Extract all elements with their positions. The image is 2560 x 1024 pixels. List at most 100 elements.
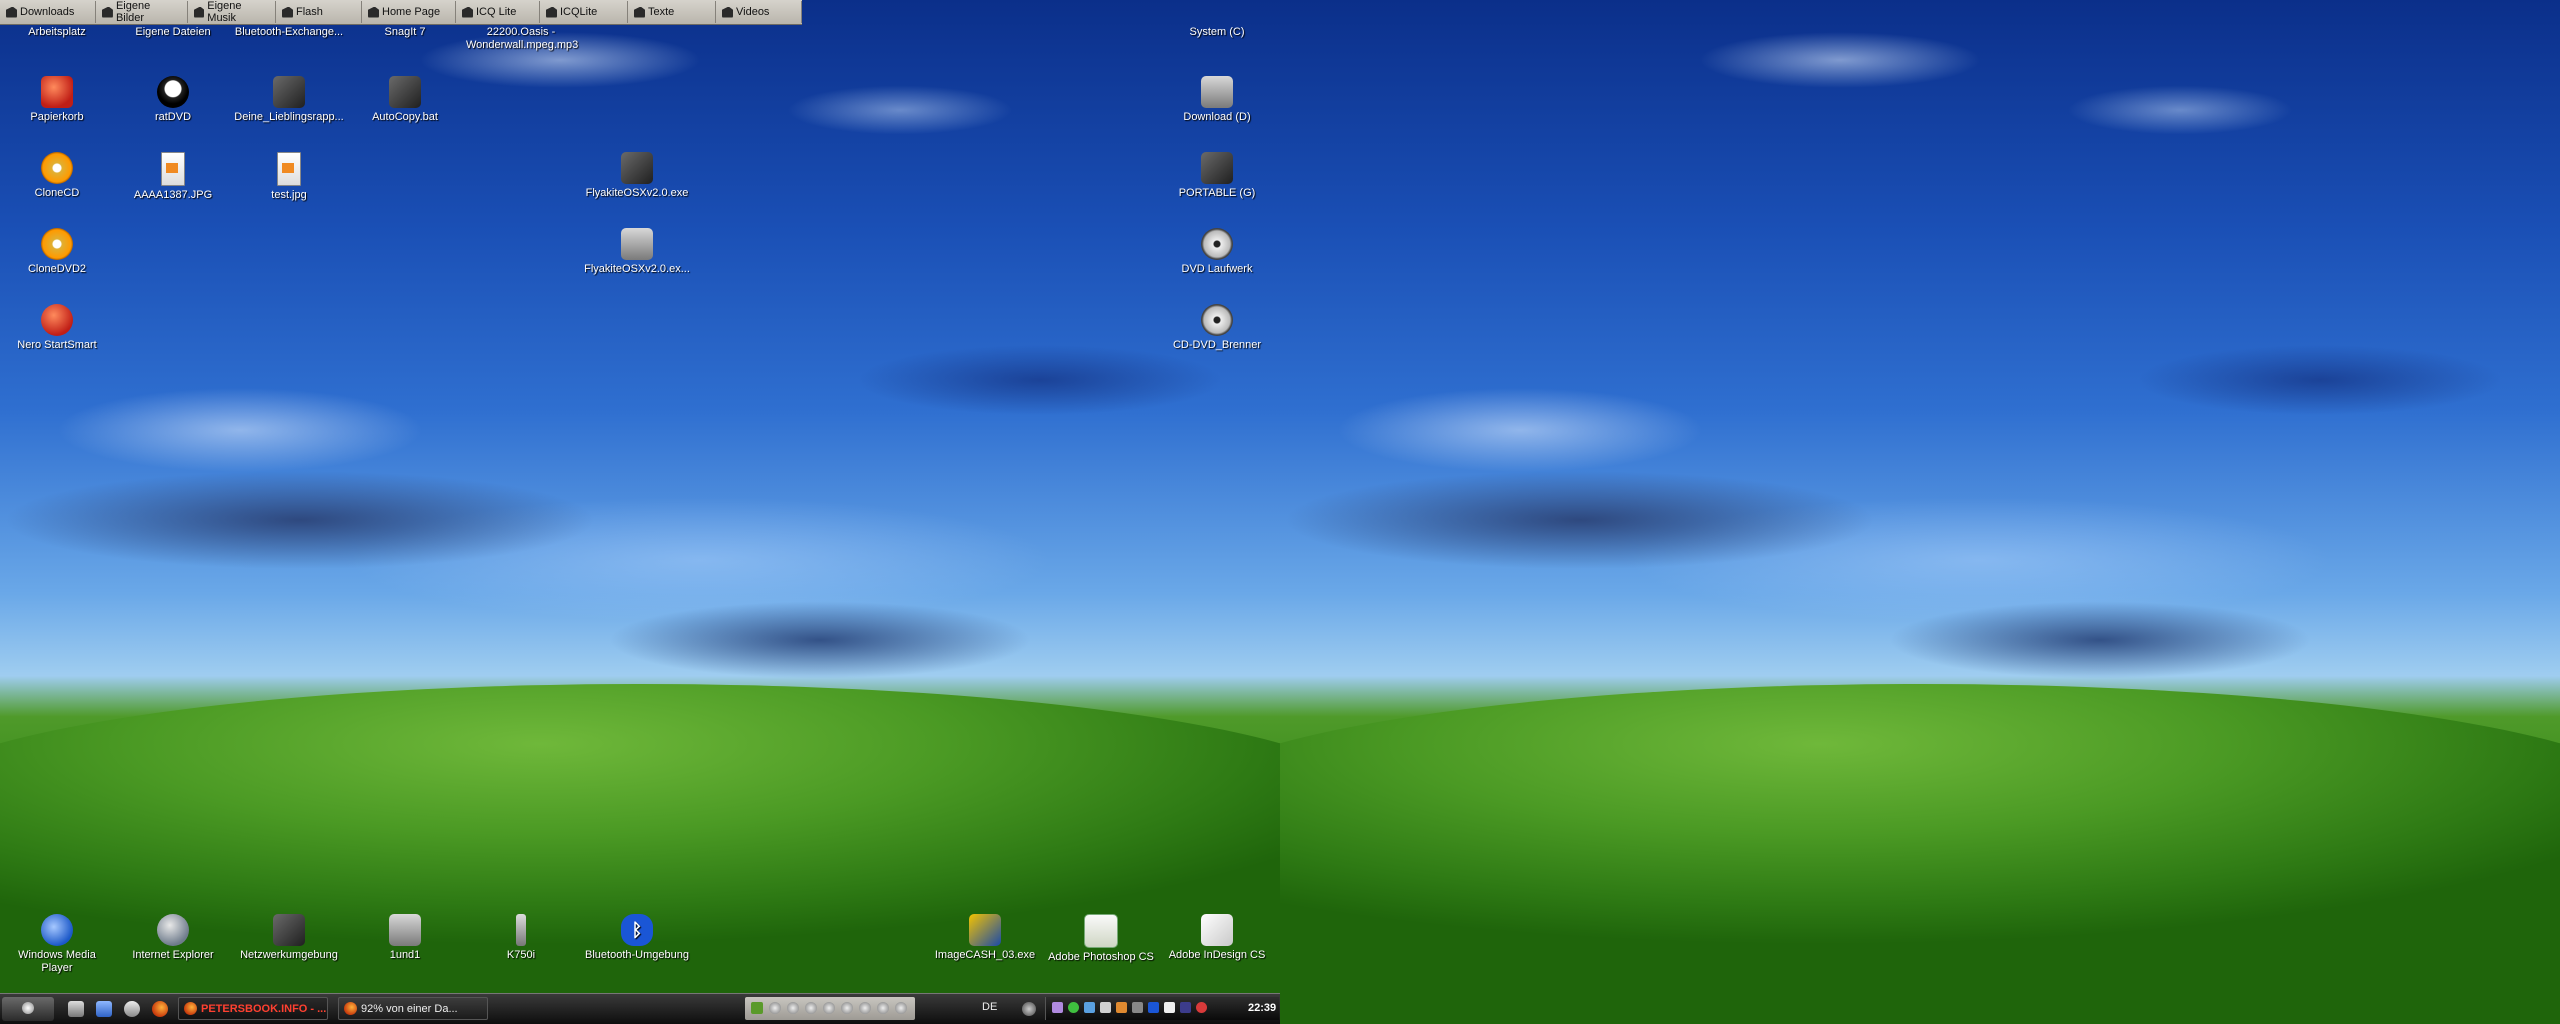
desktop-icon-snagit[interactable]: SnagIt 7 — [350, 26, 460, 39]
installer-icon — [621, 152, 653, 184]
quick-launch-toolbar: Downloads Eigene Bilder Eigene Musik Fla… — [0, 0, 802, 25]
media-next-button[interactable] — [841, 1002, 853, 1014]
batch-file-icon — [389, 76, 421, 108]
phone-icon — [516, 914, 526, 946]
media-play-button[interactable] — [805, 1002, 817, 1014]
wallpaper-hill — [1280, 684, 2560, 1024]
folder-icon — [282, 6, 293, 18]
desktop-icon-system-c[interactable]: System (C) — [1162, 26, 1272, 39]
tray-app-icon[interactable] — [1052, 1002, 1063, 1013]
desktop-icon-ie[interactable]: Internet Explorer — [118, 914, 228, 962]
toolbar-texte-button[interactable]: Texte — [628, 1, 716, 23]
system-tray: 22:39 — [1045, 997, 1279, 1020]
tray-security-icon[interactable] — [1196, 1002, 1207, 1013]
tray-app-icon[interactable] — [1180, 1002, 1191, 1013]
clonedvd-icon — [41, 228, 73, 260]
folder-icon — [462, 6, 473, 18]
tray-app-icon[interactable] — [1116, 1002, 1127, 1013]
photoshop-icon — [1084, 914, 1118, 948]
desktop-icon-cd-dvd-brenner[interactable]: CD-DVD_Brenner — [1162, 304, 1272, 352]
image-file-icon — [161, 152, 185, 186]
clonecd-icon — [41, 152, 73, 184]
desktop-icon-photoshop[interactable]: Adobe Photoshop CS — [1046, 914, 1156, 964]
desktop-icon-1und1[interactable]: 1und1 — [350, 914, 460, 962]
desktop-icon-download-d[interactable]: Download (D) — [1162, 76, 1272, 124]
desktop-icon-dvd-laufwerk[interactable]: DVD Laufwerk — [1162, 228, 1272, 276]
folder-icon — [6, 6, 17, 18]
desktop-icon-nero[interactable]: Nero StartSmart — [2, 304, 112, 352]
folder-icon — [634, 6, 645, 18]
folder-icon — [546, 6, 557, 18]
toolbar-videos-button[interactable]: Videos — [716, 1, 802, 23]
app-icon — [969, 914, 1001, 946]
wallpaper-hill — [0, 684, 1280, 1024]
language-indicator[interactable]: DE — [982, 1001, 997, 1013]
desktop-icon-test-jpg[interactable]: test.jpg — [234, 152, 344, 202]
dvd-drive-icon — [1201, 228, 1233, 260]
desktop-icon-aaaa-jpg[interactable]: AAAA1387.JPG — [118, 152, 228, 202]
desktop-icon-k750i[interactable]: K750i — [466, 914, 576, 962]
desktop-icon-lieblingsapp[interactable]: Deine_Lieblingsrapp... — [234, 76, 344, 124]
desktop-icon-netzwerk[interactable]: Netzwerkumgebung — [234, 914, 344, 962]
folder-icon — [102, 6, 113, 18]
computer-icon — [389, 914, 421, 946]
firefox-icon — [344, 1002, 357, 1015]
desktop-icon-portable-g[interactable]: PORTABLE (G) — [1162, 152, 1272, 200]
start-button[interactable] — [2, 997, 54, 1021]
firefox-quicklaunch-icon[interactable] — [152, 1001, 168, 1017]
desktop-icon-autocopy[interactable]: AutoCopy.bat — [350, 76, 460, 124]
toolbar-eigene-musik-button[interactable]: Eigene Musik — [188, 0, 276, 24]
tray-monitor-icon[interactable] — [1100, 1002, 1111, 1013]
bluetooth-icon: ᛒ — [621, 914, 653, 946]
taskbar-task-download[interactable]: 92% von einer Da... — [338, 997, 488, 1020]
nero-icon — [41, 304, 73, 336]
media-volume-button[interactable] — [859, 1002, 871, 1014]
desktop-icon-mp3[interactable]: 22200.Oasis - Wonderwall.mpeg.mp3 — [466, 26, 578, 52]
clock[interactable]: 22:39 — [1248, 1002, 1276, 1014]
explorer-icon[interactable] — [96, 1001, 112, 1017]
installer-icon — [621, 228, 653, 260]
tray-expand-icon[interactable] — [1022, 1002, 1036, 1016]
media-stop-button[interactable] — [787, 1002, 799, 1014]
media-player-icon — [41, 914, 73, 946]
tray-icq-icon[interactable] — [1068, 1002, 1079, 1013]
network-icon — [273, 914, 305, 946]
toolbar-home-page-button[interactable]: Home Page — [362, 1, 456, 23]
media-prev-button[interactable] — [769, 1002, 781, 1014]
desktop-icon-bluetooth-umgebung[interactable]: ᛒ Bluetooth-Umgebung — [582, 914, 692, 962]
media-mute-button[interactable] — [877, 1002, 889, 1014]
desktop-icon-flyakite-exe[interactable]: FlyakiteOSXv2.0.exe — [582, 152, 692, 200]
browser-icon — [157, 914, 189, 946]
media-pause-button[interactable] — [823, 1002, 835, 1014]
folder-icon — [368, 6, 379, 18]
media-menu-button[interactable] — [895, 1002, 907, 1014]
desktop-icon-indesign[interactable]: Adobe InDesign CS — [1162, 914, 1272, 962]
toolbar-downloads-button[interactable]: Downloads — [0, 1, 96, 23]
show-desktop-icon[interactable] — [68, 1001, 84, 1017]
drive-icon — [1201, 76, 1233, 108]
tray-volume-icon[interactable] — [1132, 1002, 1143, 1013]
taskbar-task-petersbook[interactable]: PETERSBOOK.INFO - ... — [178, 997, 328, 1020]
desktop-icon-arbeitsplatz[interactable]: Arbeitsplatz — [2, 26, 112, 39]
toolbar-flash-button[interactable]: Flash — [276, 1, 362, 23]
toolbar-icqlite-button[interactable]: ICQLite — [540, 1, 628, 23]
media-player-quicklaunch-icon[interactable] — [124, 1001, 140, 1017]
desktop-icon-clonecd[interactable]: CloneCD — [2, 152, 112, 200]
desktop-icon-papierkorb[interactable]: Papierkorb — [2, 76, 112, 124]
desktop-icon-flyakite-ex2[interactable]: FlyakiteOSXv2.0.ex... — [582, 228, 692, 276]
toolbar-icq-lite-button[interactable]: ICQ Lite — [456, 1, 540, 23]
tray-bluetooth-icon[interactable] — [1148, 1002, 1159, 1013]
desktop-icon-clonedvd2[interactable]: CloneDVD2 — [2, 228, 112, 276]
toolbar-eigene-bilder-button[interactable]: Eigene Bilder — [96, 0, 188, 24]
desktop-icon-wmp[interactable]: Windows Media Player — [2, 914, 112, 975]
drive-icon — [1201, 152, 1233, 184]
shortcut-icon — [273, 76, 305, 108]
tray-app-icon[interactable] — [1164, 1002, 1175, 1013]
tray-network-icon[interactable] — [1084, 1002, 1095, 1013]
desktop-icon-bluetooth-exchange[interactable]: Bluetooth-Exchange... — [234, 26, 344, 39]
desktop-icon-eigene-dateien[interactable]: Eigene Dateien — [118, 26, 228, 39]
desktop-secondary — [1280, 0, 2560, 1024]
media-open-icon[interactable] — [751, 1002, 763, 1014]
desktop-icon-ratdvd[interactable]: ratDVD — [118, 76, 228, 124]
desktop-icon-imagecash[interactable]: ImageCASH_03.exe — [930, 914, 1040, 962]
